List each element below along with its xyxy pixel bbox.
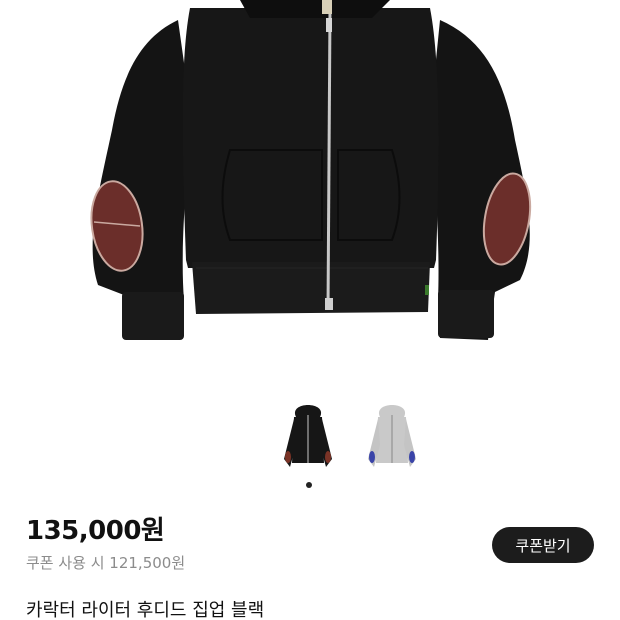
black-hoodie-image [90,0,532,340]
black-hoodie-thumbnail-icon [284,405,332,467]
product-price: 135,000원 [26,516,165,546]
product-detail-page: 135,000원 쿠폰 사용 시 121,500원 쿠폰받기 카락터 라이터 후… [0,0,620,620]
image-pagination [0,482,620,488]
thumbnail-strip [278,405,422,477]
get-coupon-button[interactable]: 쿠폰받기 [492,527,594,563]
coupon-price-text: 쿠폰 사용 시 121,500원 [26,554,186,572]
thumbnail-gray-hoodie[interactable] [362,405,422,477]
gray-hoodie-thumbnail-icon [368,405,416,467]
product-name: 카락터 라이터 후디드 집업 블랙 [26,600,265,620]
thumbnail-black-hoodie[interactable] [278,405,338,477]
product-main-image[interactable] [0,0,620,360]
pagination-dot-active[interactable] [306,482,312,488]
